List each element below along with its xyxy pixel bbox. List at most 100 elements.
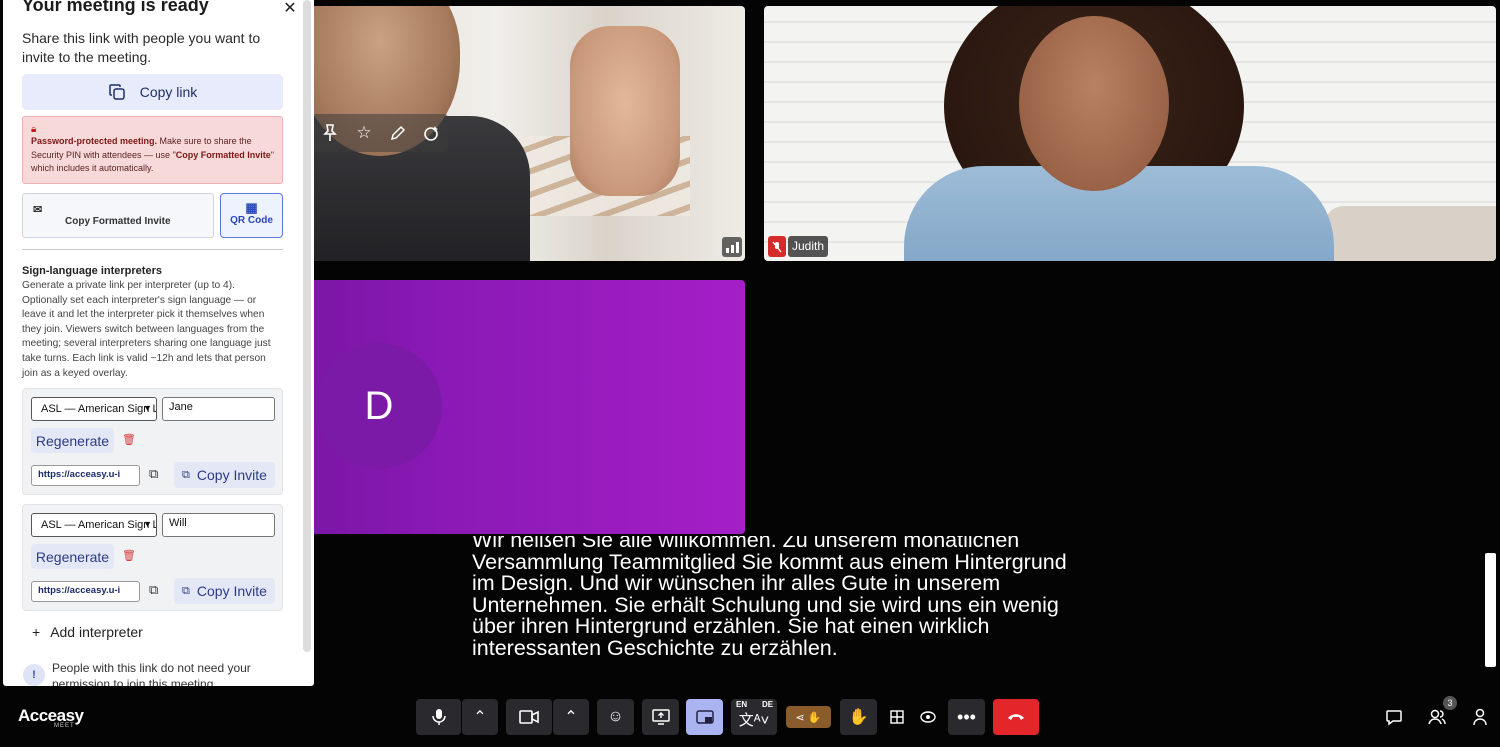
- share-screen-button[interactable]: [642, 699, 679, 735]
- language-select[interactable]: ASL — American Sign Language ▼: [31, 513, 157, 537]
- interpreter-card: ASL — American Sign Language ▼ Jane Rege…: [22, 388, 283, 495]
- close-icon[interactable]: ✕: [282, 1, 298, 17]
- leave-call-button[interactable]: [993, 699, 1039, 735]
- copy-icon: ⧉: [182, 468, 190, 481]
- copy-formatted-label: Copy Formatted Invite: [65, 216, 171, 227]
- raise-hand-button[interactable]: ✋: [840, 699, 877, 735]
- delete-icon[interactable]: 🗑︎: [122, 433, 136, 446]
- caption-text: Wir heißen Sie alle willkommen. Zu unser…: [472, 536, 1067, 660]
- chat-button[interactable]: [1381, 699, 1407, 735]
- participant-name: Judith: [788, 236, 829, 257]
- participants-count-badge: 3: [1443, 696, 1457, 710]
- lang-from: EN: [736, 700, 748, 709]
- interpreter-card: ASL — American Sign Language ▼ Will Rege…: [22, 504, 283, 611]
- more-icon: •••: [957, 706, 976, 727]
- copy-invite-button[interactable]: ⧉ Copy Invite: [174, 462, 275, 488]
- live-captions: Wir heißen Sie alle willkommen. Zu unser…: [472, 536, 1072, 668]
- copy-invite-label: Copy Invite: [196, 467, 267, 483]
- language-select[interactable]: ASL — American Sign Language ▼: [31, 397, 157, 421]
- interpreter-name-field[interactable]: Jane: [162, 397, 275, 421]
- microphone-options-button[interactable]: ⌃: [462, 699, 498, 735]
- hangup-icon: [1008, 714, 1024, 720]
- background-couch: [1324, 206, 1496, 261]
- chevron-up-icon: ⌃: [564, 709, 578, 726]
- meeting-stage: ☆ Judith D Wir heißen Sie alle willkomme…: [0, 0, 1500, 747]
- copy-link-label: Copy link: [139, 84, 198, 100]
- video-face: [1019, 16, 1169, 191]
- add-interpreter-button[interactable]: + Add interpreter: [32, 624, 143, 640]
- grid-icon: [890, 710, 904, 724]
- language-select-value: ASL — American Sign Language: [41, 519, 156, 531]
- copy-invite-label: Copy Invite: [196, 583, 267, 599]
- copy-invite-button[interactable]: ⧉ Copy Invite: [174, 578, 275, 604]
- plus-icon: +: [32, 624, 41, 640]
- chat-icon: [1386, 710, 1402, 726]
- lang-to: DE: [762, 700, 774, 709]
- participant-name-tag: Judith: [768, 236, 829, 257]
- closed-captions-icon: [695, 710, 714, 724]
- regenerate-button[interactable]: Regenerate: [31, 544, 114, 569]
- magic-edit-icon[interactable]: [419, 120, 445, 146]
- video-hand: [570, 26, 680, 196]
- copy-link-button[interactable]: Copy link: [22, 74, 283, 110]
- panel-title: Your meeting is ready: [22, 0, 209, 15]
- emoji-icon: ☺: [607, 708, 624, 725]
- language-select-value: ASL — American Sign Language: [41, 403, 156, 415]
- add-interpreter-label: Add interpreter: [50, 624, 143, 640]
- permission-note-text: People with this link do not need your p…: [52, 661, 251, 686]
- mail-icon: ✉: [33, 204, 43, 216]
- copy-icon[interactable]: ⧉: [149, 582, 158, 598]
- copy-icon: ⧉: [182, 584, 190, 597]
- captions-button[interactable]: [686, 699, 723, 735]
- more-options-button[interactable]: •••: [948, 699, 985, 735]
- interpreter-link-field[interactable]: https://acceasy.u-i: [31, 581, 140, 602]
- camera-button[interactable]: [506, 699, 552, 735]
- camera-options-button[interactable]: ⌃: [553, 699, 589, 735]
- screen-share-icon: [651, 709, 670, 725]
- profile-button[interactable]: [1467, 699, 1493, 735]
- microphone-button[interactable]: [416, 699, 461, 735]
- signal-strength-icon[interactable]: [722, 237, 742, 257]
- panel-intro: Share this link with people you want to …: [22, 30, 261, 65]
- interpreter-link-field[interactable]: https://acceasy.u-i: [31, 465, 140, 486]
- lock-icon: 🔒︎: [31, 124, 37, 135]
- sign-language-description: Generate a private link per interpreter …: [22, 280, 271, 379]
- mic-muted-icon: [768, 236, 786, 257]
- panel-scrollbar[interactable]: [303, 0, 311, 652]
- microphone-icon: [431, 709, 446, 725]
- tile-toolbar: ☆: [305, 114, 448, 152]
- copy-icon[interactable]: ⧉: [149, 466, 158, 482]
- warning-emphasis: Copy Formatted Invite: [175, 149, 271, 160]
- eye-icon: [920, 711, 936, 723]
- avatar: D: [316, 343, 442, 469]
- layout-button[interactable]: [885, 699, 909, 735]
- view-toggle-button[interactable]: [916, 699, 940, 735]
- star-icon[interactable]: ☆: [351, 120, 377, 146]
- chevron-up-icon: ⌃: [473, 709, 487, 726]
- regenerate-button[interactable]: Regenerate: [31, 428, 114, 453]
- logo-text: Acceasy: [18, 706, 84, 725]
- reactions-button[interactable]: ☺: [597, 699, 634, 735]
- logo-subtext: MEET: [54, 723, 75, 729]
- sign-language-button[interactable]: ⋖ ✋: [786, 706, 831, 728]
- copy-formatted-invite-button[interactable]: ✉ Copy Formatted Invite: [22, 193, 214, 238]
- divider: [22, 249, 283, 250]
- translation-button[interactable]: EN DE 文ᴬ˅: [731, 699, 777, 735]
- copy-icon: [108, 84, 125, 100]
- password-warning: 🔒︎ Password-protected meeting. Make sure…: [22, 116, 283, 184]
- chevron-down-icon: ▼: [143, 519, 152, 529]
- interpreter-name-field[interactable]: Will: [162, 513, 275, 537]
- person-icon: [1473, 708, 1487, 726]
- warning-lead: Password-protected meeting.: [31, 136, 158, 146]
- qr-code-icon: ▦: [245, 200, 258, 215]
- delete-icon[interactable]: 🗑︎: [122, 549, 136, 562]
- app-logo: Acceasy MEET: [18, 706, 88, 730]
- caption-scrollbar[interactable]: [1485, 553, 1496, 667]
- pin-icon[interactable]: [317, 120, 343, 146]
- video-tile-judith[interactable]: [764, 6, 1496, 261]
- qr-code-button[interactable]: ▦ QR Code: [220, 193, 283, 238]
- sign-language-heading: Sign-language interpreters: [22, 265, 162, 277]
- share-icon: ⋖ ✋: [795, 711, 822, 724]
- qr-code-label: QR Code: [230, 215, 273, 226]
- pencil-icon[interactable]: [385, 120, 411, 146]
